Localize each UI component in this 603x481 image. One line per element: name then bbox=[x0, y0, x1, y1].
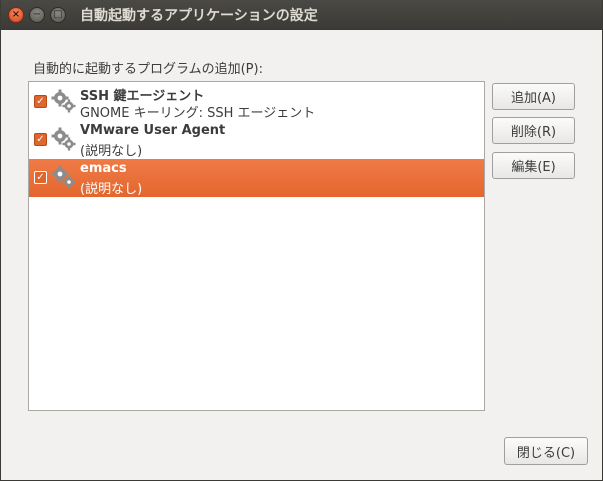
program-list[interactable]: ✓ SSH 鍵エージェント GNOME キーリング: SSH エージェント ✓ … bbox=[28, 81, 485, 411]
window-close-button[interactable]: × bbox=[8, 7, 24, 23]
add-button[interactable]: 追加(A) bbox=[492, 83, 575, 110]
list-item[interactable]: ✓ SSH 鍵エージェント GNOME キーリング: SSH エージェント bbox=[29, 83, 484, 121]
list-item[interactable]: ✓ VMware User Agent (説明なし) bbox=[29, 121, 484, 159]
window-title: 自動起動するアプリケーションの設定 bbox=[80, 8, 318, 24]
title-bar[interactable]: × − □ 自動起動するアプリケーションの設定 bbox=[1, 0, 602, 30]
list-item-selected[interactable]: ✓ emacs (説明なし) bbox=[29, 159, 484, 197]
program-description: (説明なし) bbox=[80, 144, 143, 159]
maximize-icon: □ bbox=[53, 9, 63, 20]
program-description: (説明なし) bbox=[80, 182, 143, 197]
close-icon: × bbox=[11, 9, 21, 20]
program-name: emacs bbox=[80, 161, 127, 176]
window-minimize-button[interactable]: − bbox=[29, 7, 45, 23]
close-button[interactable]: 閉じる(C) bbox=[504, 437, 588, 465]
startup-applications-window: × − □ 自動起動するアプリケーションの設定 自動的に起動するプログラムの追加… bbox=[0, 0, 603, 481]
program-list-label: 自動的に起動するプログラムの追加(P): bbox=[33, 62, 263, 77]
gears-icon bbox=[51, 165, 76, 189]
enable-checkbox[interactable]: ✓ bbox=[34, 171, 47, 184]
gears-icon bbox=[51, 89, 76, 113]
remove-button[interactable]: 削除(R) bbox=[492, 117, 575, 144]
gears-icon bbox=[51, 127, 76, 151]
minimize-icon: − bbox=[32, 9, 42, 20]
enable-checkbox[interactable]: ✓ bbox=[34, 133, 47, 146]
program-name: VMware User Agent bbox=[80, 123, 226, 138]
enable-checkbox[interactable]: ✓ bbox=[34, 95, 47, 108]
window-maximize-button[interactable]: □ bbox=[50, 7, 66, 23]
program-description: GNOME キーリング: SSH エージェント bbox=[80, 106, 316, 121]
edit-button[interactable]: 編集(E) bbox=[492, 152, 575, 179]
